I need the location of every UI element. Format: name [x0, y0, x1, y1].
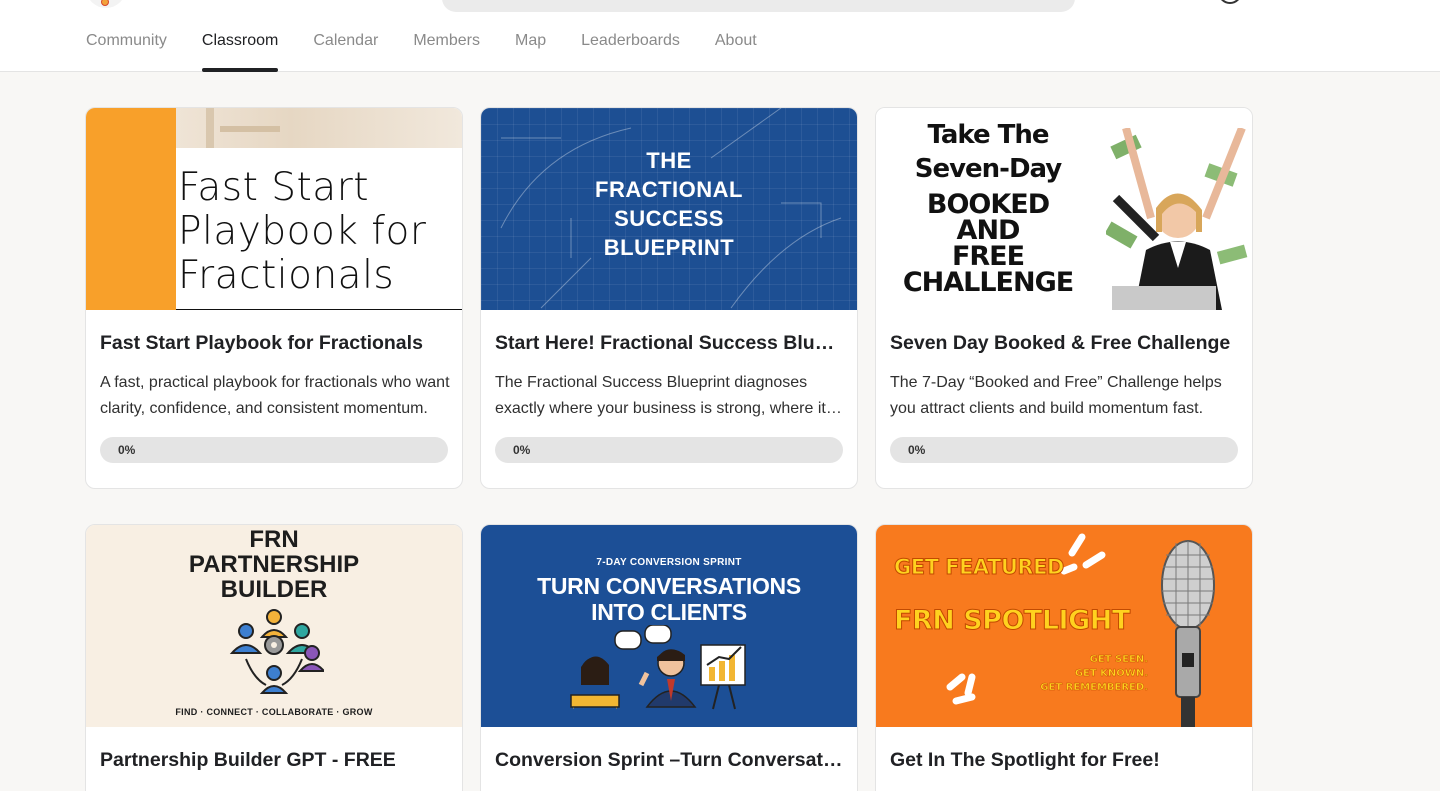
tab-calendar[interactable]: Calendar — [313, 30, 378, 72]
cover-line: Fast Start — [178, 165, 370, 210]
tab-classroom[interactable]: Classroom — [201, 30, 279, 72]
cover-kicker: 7-DAY CONVERSION SPRINT — [596, 557, 742, 568]
community-logo-icon[interactable] — [86, 0, 126, 8]
course-cover-image: 7-DAY CONVERSION SPRINT TURN CONVERSATIO… — [481, 525, 857, 727]
cover-line: SUCCESS — [614, 206, 724, 231]
cover-line: Take The — [927, 120, 1049, 150]
cover-line: INTO CLIENTS — [591, 599, 747, 625]
progress-label: 0% — [118, 443, 136, 457]
course-card[interactable]: Take The Seven-Day BOOKED AND FREE CHALL… — [875, 107, 1253, 489]
course-progress-bar: 0% — [100, 437, 448, 463]
cover-line: BOOKED AND — [926, 189, 1050, 246]
course-description: A fast, practical playbook for fractiona… — [100, 374, 450, 417]
cover-text: TURN CONVERSATIONS INTO CLIENTS — [481, 573, 857, 625]
cover-accent-block — [86, 108, 176, 310]
course-title[interactable]: Start Here! Fractional Success Blueprint — [495, 332, 845, 355]
cover-line: BLUEPRINT — [603, 235, 735, 260]
course-progress-bar: 0% — [890, 437, 1238, 463]
cover-line: GET KNOWN. — [1074, 668, 1149, 679]
course-cover-image: FRN PARTNERSHIP BUILDER FIND · CONNECT ·… — [86, 525, 462, 727]
cover-line: BUILDER — [220, 576, 328, 603]
course-card[interactable]: THE FRACTIONAL SUCCESS BLUEPRINT Start H… — [480, 107, 858, 489]
tab-members[interactable]: Members — [413, 30, 480, 72]
course-title[interactable]: Conversion Sprint –Turn Conversations in… — [495, 749, 845, 772]
course-cover-image: Take The Seven-Day BOOKED AND FREE CHALL… — [876, 108, 1252, 310]
cover-subtext: GET SEEN. GET KNOWN. GET REMEMBERED. — [1028, 653, 1148, 695]
progress-label: 0% — [513, 443, 531, 457]
course-description: The 7-Day “Booked and Free” Challenge he… — [890, 374, 1222, 417]
tab-map[interactable]: Map — [515, 30, 546, 72]
celebrating-woman-illustration-icon — [1106, 128, 1248, 310]
cover-line: GET SEEN. — [1089, 654, 1148, 665]
course-title[interactable]: Partnership Builder GPT - FREE — [100, 749, 450, 772]
cover-text: Take The Seven-Day BOOKED AND FREE CHALL… — [898, 118, 1078, 296]
cover-line: FRACTIONAL — [595, 177, 743, 202]
course-card[interactable]: FRN PARTNERSHIP BUILDER FIND · CONNECT ·… — [85, 524, 463, 791]
course-cover-image: THE FRACTIONAL SUCCESS BLUEPRINT — [481, 108, 857, 310]
cover-text: THE FRACTIONAL SUCCESS BLUEPRINT — [481, 146, 857, 262]
course-progress-bar: 0% — [495, 437, 843, 463]
tab-community[interactable]: Community — [86, 30, 167, 72]
cover-text: GET FEATURED — [894, 555, 1065, 580]
course-cover-image: GET FEATURED FRN SPOTLIGHT GET SEEN. GET… — [876, 525, 1252, 727]
course-description: The Fractional Success Blueprint diagnos… — [495, 374, 826, 417]
user-avatar-icon[interactable] — [1218, 0, 1242, 4]
progress-label: 0% — [908, 443, 926, 457]
cover-line: PARTNERSHIP — [188, 551, 360, 578]
conversation-illustration-icon — [570, 625, 746, 710]
cover-photo-strip — [176, 108, 462, 148]
course-title[interactable]: Seven Day Booked & Free Challenge — [890, 332, 1240, 355]
cover-line: TURN CONVERSATIONS — [537, 573, 801, 599]
course-card[interactable]: 7-DAY CONVERSION SPRINT TURN CONVERSATIO… — [480, 524, 858, 791]
course-card[interactable]: GET FEATURED FRN SPOTLIGHT GET SEEN. GET… — [875, 524, 1253, 791]
search-input[interactable] — [442, 0, 1075, 12]
course-title[interactable]: Get In The Spotlight for Free! — [890, 749, 1240, 772]
cover-tagline: FIND · CONNECT · COLLABORATE · GROW — [175, 707, 373, 717]
tab-about[interactable]: About — [715, 30, 757, 72]
cover-line: GET REMEMBERED. — [1040, 682, 1148, 693]
cover-text: FRN PARTNERSHIP BUILDER — [86, 527, 462, 602]
course-cover-image: Fast Start Playbook for Fractionals — [86, 108, 462, 310]
cover-text: Fast Start Playbook for Fractionals — [178, 166, 426, 298]
cover-divider — [176, 309, 462, 310]
network-people-icon — [229, 609, 324, 694]
cover-line: FRN — [249, 526, 299, 553]
course-title[interactable]: Fast Start Playbook for Fractionals — [100, 332, 450, 355]
logo-mark-icon — [101, 0, 109, 6]
cover-line: Fractionals — [178, 253, 395, 298]
cover-text: FRN SPOTLIGHT — [894, 605, 1131, 637]
community-tabs: Community Classroom Calendar Members Map… — [86, 30, 792, 72]
cover-line: THE — [646, 148, 692, 173]
course-card[interactable]: Fast Start Playbook for Fractionals Fast… — [85, 107, 463, 489]
tab-leaderboards[interactable]: Leaderboards — [581, 30, 680, 72]
top-navigation-bar: Community Classroom Calendar Members Map… — [0, 0, 1440, 72]
cover-line: CHALLENGE — [902, 267, 1074, 298]
cover-line: Seven-Day — [914, 154, 1063, 184]
cover-line: Playbook for — [178, 209, 427, 254]
